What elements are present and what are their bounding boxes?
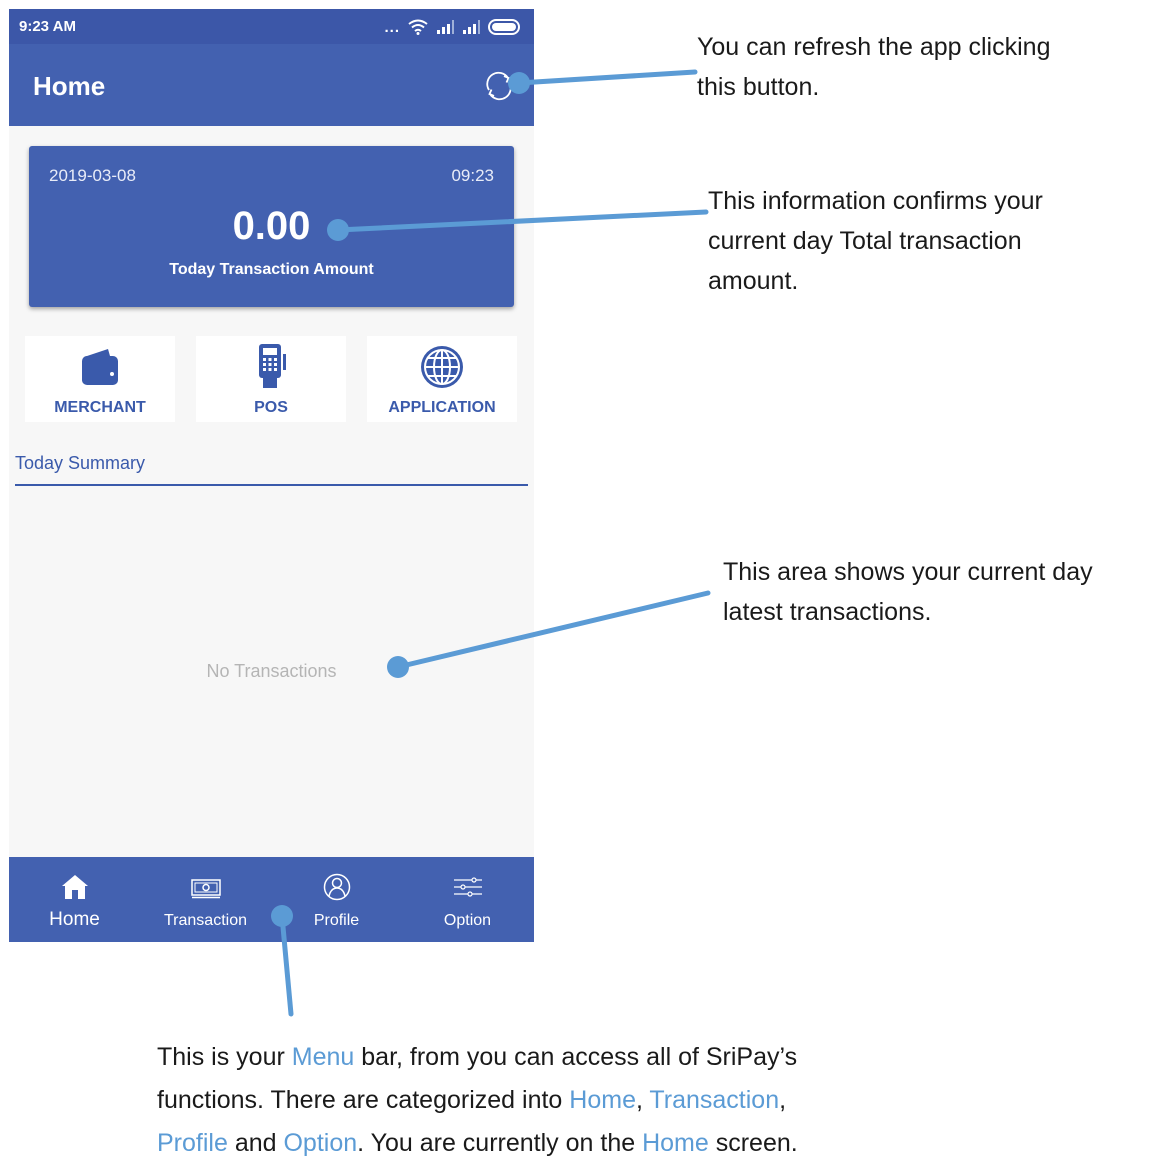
nav-profile[interactable]: Profile — [271, 857, 402, 942]
card-date: 2019-03-08 — [49, 166, 136, 185]
nav-home[interactable]: Home — [9, 857, 140, 942]
wifi-icon — [408, 19, 428, 35]
nav-home-label: Home — [49, 909, 100, 930]
today-amount-card: 2019-03-08 09:23 0.00 Today Transaction … — [29, 146, 514, 307]
annotation-transactions-area: This area shows your current day latest … — [723, 558, 1093, 626]
nav-profile-label: Profile — [313, 912, 360, 929]
bottom-menu-bar: Home Transaction Profile Option — [9, 857, 534, 942]
pos-tile[interactable]: POS — [196, 336, 346, 422]
no-transactions-text: No Transactions — [206, 661, 337, 681]
home-icon — [61, 875, 88, 899]
application-tile[interactable]: APPLICATION — [367, 336, 517, 422]
cash-icon — [190, 879, 221, 899]
card-time: 09:23 — [451, 166, 494, 185]
merchant-label: MERCHANT — [54, 399, 146, 416]
summary-divider — [15, 484, 528, 486]
wallet-icon — [82, 349, 118, 385]
annotation-amount: This information confirms your current d… — [708, 187, 1043, 295]
today-summary-title: Today Summary — [15, 453, 146, 473]
status-time: 9:23 AM — [19, 18, 76, 35]
signal-icon-2 — [463, 20, 480, 34]
profile-icon — [323, 873, 350, 901]
refresh-icon — [486, 71, 512, 101]
annotation-refresh: You can refresh the app clicking this bu… — [697, 33, 1051, 101]
nav-transaction[interactable]: Transaction — [140, 857, 271, 942]
battery-icon — [488, 19, 520, 35]
app-bar: Home — [9, 44, 534, 126]
today-amount-value: 0.00 — [232, 204, 311, 248]
merchant-tile[interactable]: MERCHANT — [25, 336, 175, 422]
more-dots-icon: ... — [384, 18, 400, 36]
phone-screen: 9:23 AM ... Home 2019-03-08 09:23 0.00 T… — [9, 9, 534, 942]
nav-transaction-label: Transaction — [164, 912, 247, 929]
nav-option[interactable]: Option — [402, 857, 533, 942]
today-amount-label: Today Transaction Amount — [169, 261, 374, 278]
pos-label: POS — [254, 399, 288, 416]
sliders-icon — [453, 877, 482, 897]
globe-icon — [421, 346, 463, 388]
signal-icon — [437, 20, 454, 34]
annotation-menu-bar: This is your Menu bar, from you can acce… — [157, 1043, 798, 1157]
nav-option-label: Option — [443, 912, 492, 929]
status-bar: 9:23 AM ... — [9, 9, 534, 44]
application-label: APPLICATION — [388, 399, 496, 416]
page-title: Home — [33, 71, 106, 101]
status-icons: ... — [384, 17, 522, 37]
pos-terminal-icon — [259, 344, 286, 388]
refresh-button[interactable] — [482, 69, 516, 103]
